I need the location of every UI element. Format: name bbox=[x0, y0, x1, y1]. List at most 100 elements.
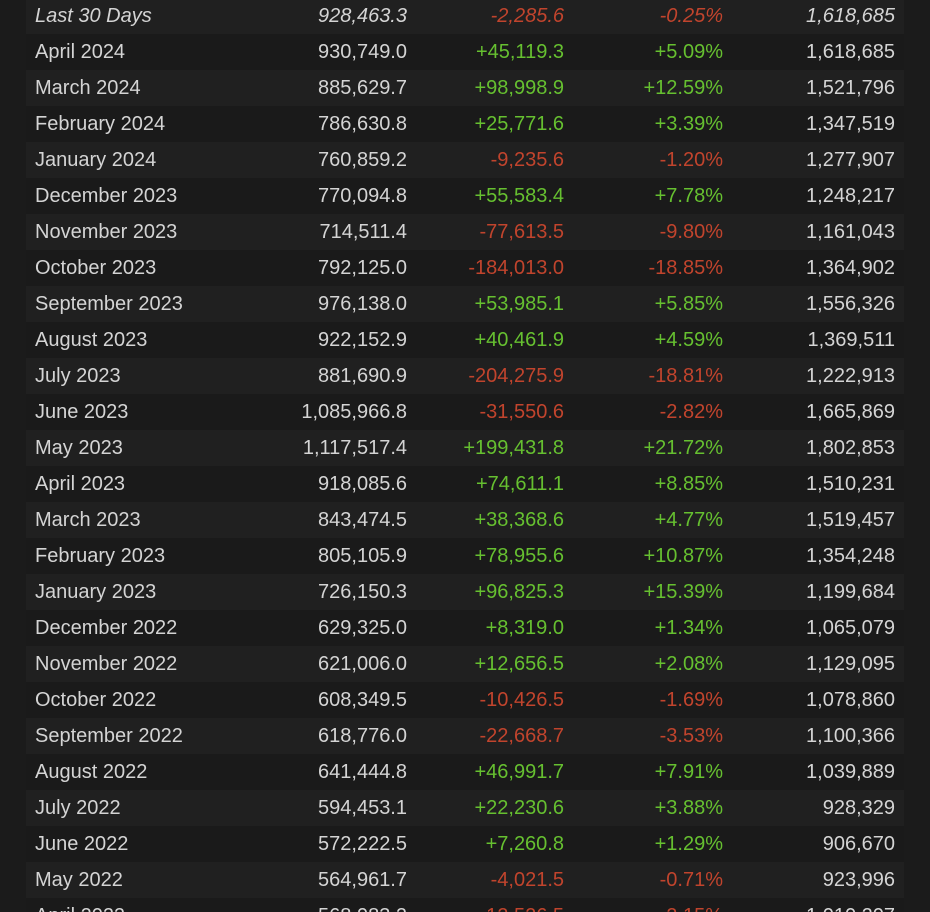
gain-cell: +98,998.9 bbox=[474, 77, 564, 99]
month-cell: April 2022 bbox=[35, 898, 125, 912]
peak-players-cell: 1,065,079 bbox=[806, 617, 895, 639]
month-cell: July 2022 bbox=[35, 797, 121, 819]
percent-gain-cell: +3.39% bbox=[654, 113, 723, 135]
table-row: December 2023 770,094.8 +55,583.4 +7.78% 1,2… bbox=[26, 178, 904, 214]
table-row: June 2023 1,085,966.8 -31,550.6 -2.82% 1,665… bbox=[26, 394, 904, 430]
peak-players-cell: 1,222,913 bbox=[806, 365, 895, 387]
gain-cell: -4,021.5 bbox=[490, 869, 564, 891]
percent-gain-cell: +7.91% bbox=[654, 761, 723, 783]
avg-players-cell: 1,117,517.4 bbox=[302, 437, 407, 459]
gain-cell: -77,613.5 bbox=[479, 221, 564, 243]
avg-players-cell: 714,511.4 bbox=[319, 221, 408, 243]
peak-players-cell: 923,996 bbox=[822, 869, 895, 891]
table-row: June 2022 572,222.5 +7,260.8 +1.29% 906,670 bbox=[26, 826, 904, 862]
month-cell: May 2023 bbox=[35, 437, 123, 459]
table-row: January 2024 760,859.2 -9,235.6 -1.20% 1,277… bbox=[26, 142, 904, 178]
percent-gain-cell: -18.81% bbox=[648, 365, 724, 387]
peak-players-cell: 1,618,685 bbox=[806, 41, 895, 63]
gain-cell: -184,013.0 bbox=[468, 257, 564, 279]
table-row: August 2022 641,444.8 +46,991.7 +7.91% 1,039… bbox=[26, 754, 904, 790]
gain-cell: +38,368.6 bbox=[474, 509, 564, 531]
month-cell: September 2023 bbox=[35, 293, 183, 315]
table-row-last-30-days: Last 30 Days 928,463.3 -2,285.6 -0.25% 1,618… bbox=[26, 0, 904, 34]
table-row: July 2022 594,453.1 +22,230.6 +3.88% 928,329 bbox=[26, 790, 904, 826]
peak-players-cell: 1,556,326 bbox=[806, 293, 895, 315]
gain-cell: -10,426.5 bbox=[479, 689, 564, 711]
month-cell: March 2024 bbox=[35, 77, 141, 99]
avg-players-cell: 621,006.0 bbox=[318, 653, 407, 675]
avg-players-cell: 918,085.6 bbox=[318, 473, 407, 495]
avg-players-cell: 572,222.5 bbox=[318, 833, 407, 855]
percent-gain-cell: +21.72% bbox=[643, 437, 723, 459]
avg-players-cell: 568,983.2 bbox=[318, 898, 407, 912]
peak-players-cell: 1,347,519 bbox=[806, 113, 895, 135]
percent-gain-cell: +15.39% bbox=[643, 581, 723, 603]
table-row: May 2023 1,117,517.4 +199,431.8 +21.72% 1,80… bbox=[26, 430, 904, 466]
avg-players-cell: 792,125.0 bbox=[318, 257, 407, 279]
table-row: September 2022 618,776.0 -22,668.7 -3.53% 1,… bbox=[26, 718, 904, 754]
percent-gain-cell: +10.87% bbox=[643, 545, 723, 567]
gain-cell: +22,230.6 bbox=[474, 797, 564, 819]
peak-players-cell: 1,129,095 bbox=[806, 653, 895, 675]
month-cell: October 2022 bbox=[35, 689, 157, 711]
peak-players-cell: 1,354,248 bbox=[806, 545, 895, 567]
percent-gain-cell: +1.34% bbox=[654, 617, 723, 639]
month-cell: June 2023 bbox=[35, 401, 129, 423]
peak-players-cell: 928,329 bbox=[822, 797, 895, 819]
month-cell: November 2023 bbox=[35, 221, 178, 243]
percent-gain-cell: +12.59% bbox=[643, 77, 723, 99]
gain-cell: -31,550.6 bbox=[479, 401, 564, 423]
table-row: May 2022 564,961.7 -4,021.5 -0.71% 923,996 bbox=[26, 862, 904, 898]
month-cell: October 2023 bbox=[35, 257, 157, 279]
peak-players-cell: 1,618,685 bbox=[806, 5, 895, 27]
month-cell: August 2023 bbox=[35, 329, 148, 351]
month-cell: February 2023 bbox=[35, 545, 166, 567]
month-cell: August 2022 bbox=[35, 761, 148, 783]
month-cell: May 2022 bbox=[35, 869, 123, 891]
percent-gain-cell: +7.78% bbox=[654, 185, 723, 207]
percent-gain-cell: +4.77% bbox=[654, 509, 723, 531]
table-row: October 2023 792,125.0 -184,013.0 -18.85% 1,… bbox=[26, 250, 904, 286]
peak-players-cell: 1,521,796 bbox=[806, 77, 895, 99]
gain-cell: +25,771.6 bbox=[474, 113, 564, 135]
peak-players-cell: 1,665,869 bbox=[806, 401, 895, 423]
avg-players-cell: 1,085,966.8 bbox=[301, 401, 407, 423]
peak-players-cell: 1,161,043 bbox=[806, 221, 895, 243]
avg-players-cell: 922,152.9 bbox=[318, 329, 407, 351]
table-row: March 2023 843,474.5 +38,368.6 +4.77% 1,519,… bbox=[26, 502, 904, 538]
avg-players-cell: 594,453.1 bbox=[318, 797, 407, 819]
peak-players-cell: 1,248,217 bbox=[806, 185, 895, 207]
peak-players-cell: 1,519,457 bbox=[806, 509, 895, 531]
gain-cell: +46,991.7 bbox=[474, 761, 564, 783]
gain-cell: -9,235.6 bbox=[490, 149, 564, 171]
peak-players-cell: 1,369,511 bbox=[807, 329, 896, 351]
month-cell: April 2024 bbox=[35, 41, 126, 63]
percent-gain-cell: +5.09% bbox=[654, 41, 723, 63]
gain-cell: -12,526.5 bbox=[479, 898, 564, 912]
player-stats-panel: Last 30 Days 928,463.3 -2,285.6 -0.25% 1,618… bbox=[26, 0, 904, 912]
table-row: February 2024 786,630.8 +25,771.6 +3.39% 1,3… bbox=[26, 106, 904, 142]
avg-players-cell: 564,961.7 bbox=[318, 869, 407, 891]
gain-cell: +45,119.3 bbox=[475, 41, 564, 63]
peak-players-cell: 1,010,207 bbox=[806, 898, 895, 912]
percent-gain-cell: -1.69% bbox=[659, 689, 723, 711]
table-row: November 2023 714,511.4 -77,613.5 -9.80% 1,1… bbox=[26, 214, 904, 250]
avg-players-cell: 641,444.8 bbox=[318, 761, 407, 783]
percent-gain-cell: -18.85% bbox=[648, 257, 724, 279]
avg-players-cell: 930,749.0 bbox=[318, 41, 407, 63]
gain-cell: +12,656.5 bbox=[474, 653, 564, 675]
gain-cell: +74,611.1 bbox=[475, 473, 564, 495]
table-row: September 2023 976,138.0 +53,985.1 +5.85% 1,… bbox=[26, 286, 904, 322]
peak-players-cell: 1,039,889 bbox=[806, 761, 895, 783]
table-row: October 2022 608,349.5 -10,426.5 -1.69% 1,07… bbox=[26, 682, 904, 718]
month-cell: February 2024 bbox=[35, 113, 166, 135]
avg-players-cell: 928,463.3 bbox=[318, 5, 407, 27]
peak-players-cell: 906,670 bbox=[822, 833, 895, 855]
table-row: November 2022 621,006.0 +12,656.5 +2.08% 1,1… bbox=[26, 646, 904, 682]
gain-cell: -204,275.9 bbox=[468, 365, 564, 387]
avg-players-cell: 843,474.5 bbox=[318, 509, 407, 531]
avg-players-cell: 885,629.7 bbox=[318, 77, 407, 99]
gain-cell: +53,985.1 bbox=[474, 293, 564, 315]
month-cell: July 2023 bbox=[35, 365, 121, 387]
percent-gain-cell: +1.29% bbox=[654, 833, 723, 855]
